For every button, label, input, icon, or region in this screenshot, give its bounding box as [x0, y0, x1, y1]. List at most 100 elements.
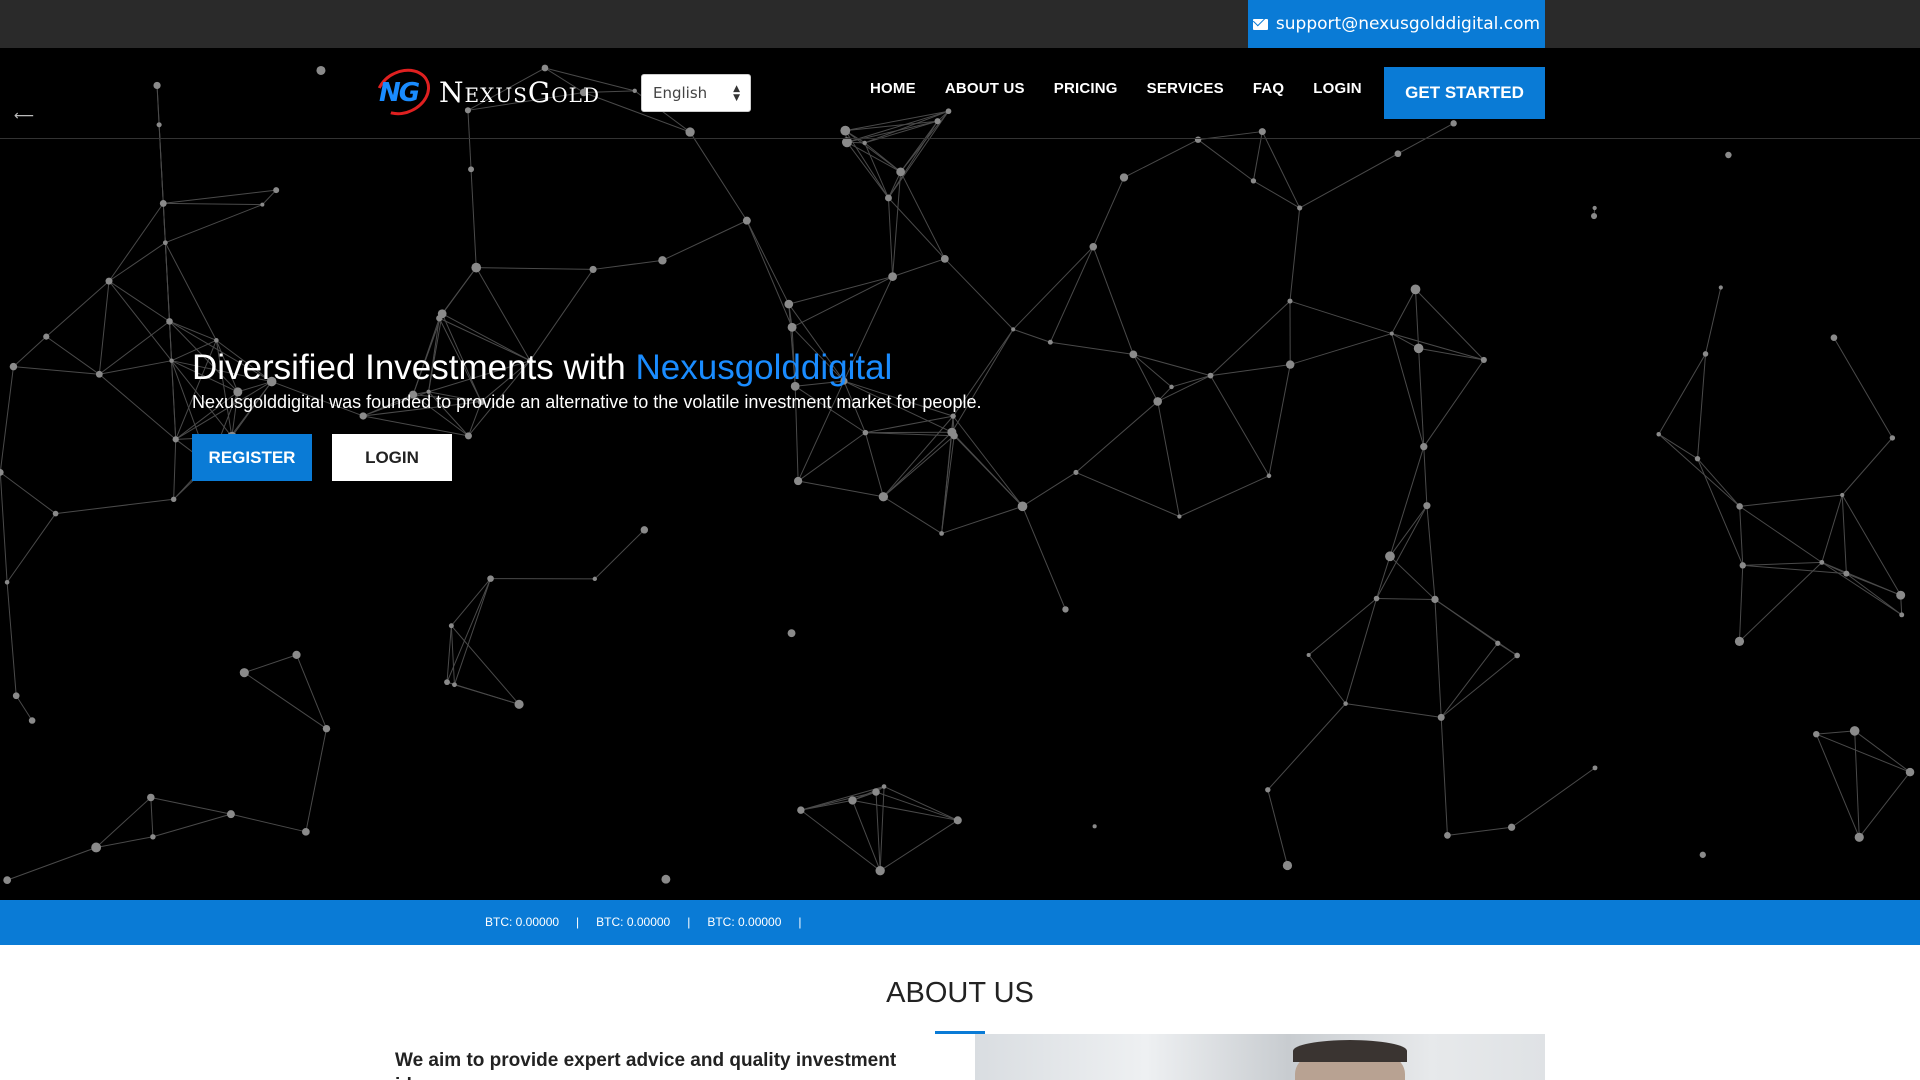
network-node: [1591, 213, 1598, 220]
logo-mark: NG: [368, 60, 438, 124]
network-link: [800, 799, 853, 811]
price-ticker: BTC: 0.00000 | BTC: 0.00000 | BTC: 0.000…: [0, 900, 1920, 945]
network-link: [470, 169, 477, 268]
network-link: [230, 813, 306, 833]
network-link: [165, 204, 263, 244]
network-node: [1297, 205, 1303, 211]
network-node: [226, 810, 235, 819]
login-button[interactable]: LOGIN: [332, 434, 452, 481]
network-node: [1287, 298, 1293, 304]
network-node: [658, 256, 667, 265]
network-link: [1389, 555, 1436, 600]
network-node: [444, 679, 450, 686]
network-node: [878, 492, 889, 502]
get-started-button[interactable]: GET STARTED: [1384, 67, 1545, 119]
network-node: [162, 240, 168, 246]
network-node: [1089, 243, 1098, 251]
network-node: [794, 476, 803, 486]
about-image: [975, 1034, 1545, 1080]
network-link: [96, 836, 153, 848]
ticker-item: BTC: 0.00000: [707, 915, 782, 929]
language-select[interactable]: English ▲ ▼: [641, 74, 751, 112]
network-link: [883, 786, 958, 821]
network-link: [1816, 733, 1911, 773]
network-link: [864, 432, 884, 497]
nav-about-us[interactable]: ABOUT US: [945, 80, 1025, 97]
network-node: [862, 140, 867, 145]
network-link: [746, 220, 790, 305]
ticker-separator: |: [798, 915, 802, 929]
nav-faq[interactable]: FAQ: [1253, 80, 1284, 97]
network-node: [953, 816, 962, 825]
network-node: [322, 724, 331, 733]
network-link: [1267, 703, 1346, 791]
network-node: [787, 629, 796, 638]
network-link: [875, 791, 958, 821]
network-node: [950, 432, 958, 440]
network-link: [662, 220, 748, 261]
logo-initials: NG: [379, 78, 420, 108]
register-button[interactable]: REGISTER: [192, 434, 312, 481]
network-node: [1514, 652, 1520, 659]
site-logo[interactable]: NG NexusGold: [368, 60, 600, 124]
network-node: [1725, 151, 1732, 159]
network-link: [150, 797, 154, 837]
network-link: [951, 329, 1014, 433]
network-node: [1423, 502, 1431, 510]
network-node: [1073, 469, 1079, 475]
nav-pricing[interactable]: PRICING: [1054, 80, 1118, 97]
network-node: [1905, 767, 1915, 777]
network-link: [1423, 446, 1428, 506]
network-link: [1133, 353, 1211, 377]
support-email-link[interactable]: support@nexusgolddigital.com: [1248, 0, 1545, 48]
support-email-text: support@nexusgolddigital.com: [1275, 14, 1541, 34]
network-node: [875, 866, 885, 876]
network-link: [99, 360, 172, 375]
network-link: [1092, 177, 1125, 247]
network-link: [879, 819, 959, 872]
network-node: [260, 202, 265, 207]
network-node: [896, 167, 906, 177]
network-link: [244, 654, 297, 674]
network-link: [1742, 561, 1822, 566]
network-link: [7, 847, 97, 881]
network-node: [1656, 431, 1661, 437]
nav-login[interactable]: LOGIN: [1313, 80, 1362, 97]
network-link: [1705, 287, 1722, 355]
network-link: [1197, 139, 1254, 182]
network-node: [1410, 284, 1421, 295]
network-link: [1697, 353, 1707, 459]
network-link: [173, 439, 177, 500]
network-link: [99, 320, 170, 375]
network-node: [661, 874, 671, 884]
network-node: [592, 576, 597, 582]
network-node: [43, 333, 50, 340]
network-node: [1047, 339, 1053, 345]
about-title: ABOUT US: [886, 977, 1034, 1009]
hero-subtitle: Nexusgolddigital was founded to provide …: [192, 392, 982, 412]
network-link: [45, 280, 110, 337]
network-node: [1739, 562, 1746, 569]
network-link: [1075, 471, 1180, 517]
network-link: [1092, 246, 1134, 355]
ticker-separator: |: [687, 915, 691, 929]
network-link: [1308, 598, 1377, 656]
nav-home[interactable]: HOME: [870, 80, 916, 97]
network-link: [1858, 771, 1911, 838]
network-link: [98, 281, 110, 375]
network-node: [1177, 514, 1182, 519]
network-link: [1157, 401, 1180, 517]
top-bar: support@nexusgolddigital.com: [0, 0, 1920, 48]
network-node: [1265, 787, 1271, 793]
network-node: [1843, 570, 1850, 577]
network-node: [1343, 701, 1348, 706]
network-link: [1123, 139, 1199, 178]
network-link: [1267, 789, 1288, 866]
network-node: [1092, 824, 1097, 829]
network-link: [1345, 703, 1442, 718]
network-node: [9, 362, 18, 371]
nav-services[interactable]: SERVICES: [1147, 80, 1224, 97]
network-node: [452, 682, 457, 688]
network-link: [1816, 730, 1855, 735]
network-node: [1129, 350, 1138, 359]
